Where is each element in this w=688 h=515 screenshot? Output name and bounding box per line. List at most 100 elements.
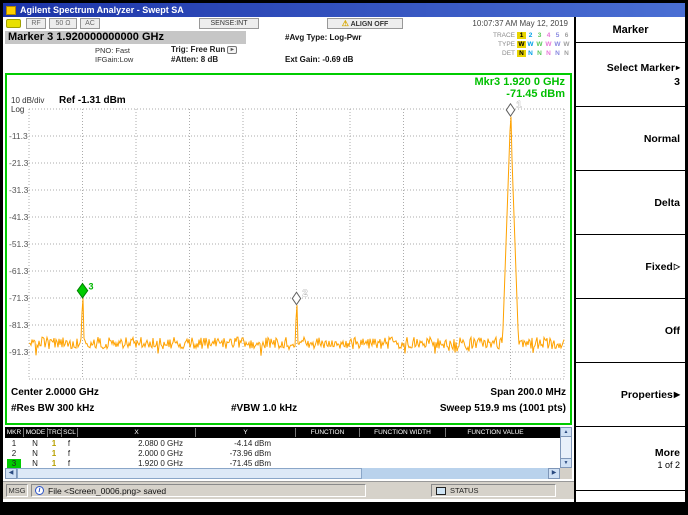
y-axis-label: -71.3 — [9, 293, 29, 303]
scale-per-div: 10 dB/div — [11, 96, 44, 105]
header-mkr: MKR — [5, 428, 23, 437]
free-run-icon: ▸ — [227, 46, 237, 54]
active-marker-ampl: -71.45 dBm — [506, 88, 565, 100]
input-status-icon — [6, 19, 21, 28]
center-freq: Center 2.0000 GHz — [11, 387, 99, 398]
header-function-width: FUNCTION WIDTH — [359, 428, 445, 437]
y-axis-label: -51.3 — [9, 239, 29, 249]
info-icon: i — [35, 486, 44, 495]
y-axis-label: -21.3 — [9, 158, 29, 168]
table-horizontal-scrollbar[interactable]: ◀ ▶ — [5, 468, 572, 479]
header-scl: SCL — [61, 428, 77, 437]
span-value: Span 200.0 MHz — [490, 387, 566, 398]
status-panel: STATUS — [431, 484, 556, 497]
marker-1-diamond — [506, 104, 514, 116]
trigger-setting: Trig: Free Run — [171, 45, 225, 54]
marker-3-label: 3 — [89, 281, 94, 291]
selected-marker-value: 3 — [674, 76, 680, 88]
scale-type: Log — [11, 105, 24, 114]
impedance-indicator: 50 Ω — [49, 18, 77, 29]
status-bar: MSG i File <Screen_0006.png> saved STATU… — [3, 481, 574, 499]
marker-row-1[interactable]: 1 N 1 f 2.080 0 GHz -4.14 dBm — [5, 438, 572, 448]
type-row-label: TYPE — [485, 41, 515, 48]
scrollbar-corner — [560, 468, 572, 479]
softkey-more[interactable]: More 1 of 2 — [576, 427, 685, 491]
coupling-indicator: AC — [80, 18, 100, 29]
title-bar: Agilent Spectrum Analyzer - Swept SA — [3, 3, 685, 17]
submenu-arrow-icon: ▷ — [674, 262, 680, 271]
y-axis-label: -41.3 — [9, 212, 29, 222]
y-axis-label: -31.3 — [9, 185, 29, 195]
more-page-indicator: 1 of 2 — [657, 460, 680, 470]
ext-gain-setting: Ext Gain: -0.69 dB — [285, 55, 353, 64]
y-axis-label: -61.3 — [9, 266, 29, 276]
y-axis-label: -91.3 — [9, 347, 29, 357]
trace-1-state: 1 — [517, 32, 526, 39]
res-bw: #Res BW 300 kHz — [11, 403, 94, 414]
scroll-up-icon[interactable]: ▲ — [560, 427, 572, 437]
scroll-right-icon[interactable]: ▶ — [548, 468, 560, 479]
submenu-arrow-icon: ▸ — [676, 63, 680, 72]
marker-readout-bar: Marker 3 1.920000000000 GHz — [5, 31, 246, 44]
datetime-display: 10:07:37 AM May 12, 2019 — [472, 19, 568, 28]
status-icon — [436, 487, 446, 495]
instrument-display: RF 50 Ω AC SENSE:INT ⚠ ALIGN OFF 10:07:3… — [3, 17, 574, 502]
softkey-properties[interactable]: Properties▶ — [576, 363, 685, 427]
det-5-state: N — [553, 50, 562, 57]
align-warning: ⚠ ALIGN OFF — [327, 18, 403, 29]
rf-indicator: RF — [26, 18, 46, 29]
trace-row-label: TRACE — [485, 32, 515, 39]
app-window: Agilent Spectrum Analyzer - Swept SA RF … — [0, 0, 688, 515]
submenu-arrow-icon: ▶ — [674, 390, 680, 399]
trace-5-state: 5 — [553, 32, 562, 39]
ref-level: Ref -1.31 dBm — [59, 95, 126, 106]
softkey-fixed[interactable]: Fixed▷ — [576, 235, 685, 299]
active-marker-freq: Mkr3 1.920 0 GHz — [475, 76, 566, 88]
marker-3-diamond — [77, 283, 87, 297]
header-function-value: FUNCTION VALUE — [445, 428, 545, 437]
softkey-select-marker[interactable]: Select Marker▸ 3 — [576, 43, 685, 107]
menu-title[interactable]: Marker — [576, 17, 685, 43]
spectrum-display: -11.3 -21.3 -31.3 -41.3 -51.3 -61.3 -71.3 -81.3… — [5, 73, 572, 425]
softkey-normal[interactable]: Normal — [576, 107, 685, 171]
marker-row-3[interactable]: 3 N 1 f 1.920 0 GHz -71.45 dBm — [5, 458, 572, 468]
trace-3-state: 3 — [535, 32, 544, 39]
type-3-state: W — [535, 41, 544, 48]
app-frame: Agilent Spectrum Analyzer - Swept SA RF … — [3, 3, 685, 502]
trace-annunciator: TRACE 1 2 3 4 5 6 TYPE W W W W W — [485, 31, 571, 58]
spectrum-plot: -11.3 -21.3 -31.3 -41.3 -51.3 -61.3 -71.3 -81.3… — [7, 75, 570, 387]
det-row-label: DET — [485, 50, 515, 57]
marker-1-label: 1 — [517, 100, 522, 110]
det-3-state: N — [535, 50, 544, 57]
marker-2-diamond — [292, 292, 300, 304]
header-trc: TRC — [47, 428, 61, 437]
trace-4-state: 4 — [544, 32, 553, 39]
type-1-state: W — [517, 41, 526, 48]
type-2-state: W — [526, 41, 535, 48]
det-2-state: N — [526, 50, 535, 57]
table-vertical-scrollbar[interactable]: ▲ ▼ — [560, 427, 572, 468]
active-marker-cell: 3 — [7, 459, 21, 468]
avg-type-setting: #Avg Type: Log-Pwr — [285, 33, 361, 42]
trace-2-state: 2 — [526, 32, 535, 39]
type-5-state: W — [553, 41, 562, 48]
det-1-state: N — [517, 50, 526, 57]
scrollbar-thumb[interactable] — [17, 468, 362, 479]
atten-setting: #Atten: 8 dB — [171, 55, 237, 65]
trace-6-state: 6 — [562, 32, 571, 39]
y-axis-label: -11.3 — [9, 131, 28, 141]
trigger-block: Trig: Free Run▸ #Atten: 8 dB — [171, 45, 237, 65]
scroll-down-icon[interactable]: ▼ — [560, 458, 572, 468]
type-6-state: W — [562, 41, 571, 48]
softkey-delta[interactable]: Delta — [576, 171, 685, 235]
scroll-left-icon[interactable]: ◀ — [5, 468, 17, 479]
softkey-off[interactable]: Off — [576, 299, 685, 363]
det-4-state: N — [544, 50, 553, 57]
header-x: X — [77, 428, 195, 437]
pno-setting: PNO: Fast — [95, 46, 133, 55]
status-message: File <Screen_0006.png> saved — [48, 486, 166, 496]
marker-row-2[interactable]: 2 N 1 f 2.000 0 GHz -73.96 dBm — [5, 448, 572, 458]
app-icon — [6, 6, 16, 15]
y-axis-label: -81.3 — [9, 320, 29, 330]
pno-block: PNO: Fast IFGain:Low — [95, 46, 133, 64]
